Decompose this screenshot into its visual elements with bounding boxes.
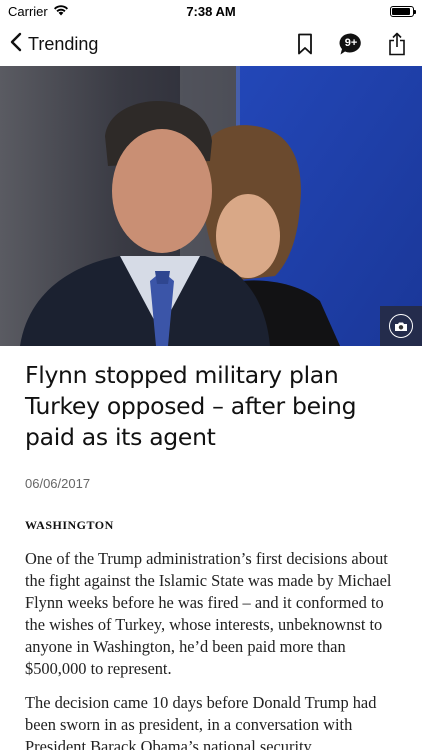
back-label: Trending — [28, 33, 99, 54]
status-left: Carrier — [8, 4, 69, 19]
article-paragraph: One of the Trump administration’s first … — [25, 549, 392, 678]
hero-photo-illustration — [0, 66, 422, 346]
share-icon — [389, 32, 405, 56]
carrier-label: Carrier — [8, 3, 48, 19]
nav-actions: 9+ — [292, 31, 410, 57]
comments-count: 9+ — [344, 37, 358, 49]
article-headline: Flynn stopped military plan Turkey oppos… — [25, 361, 357, 451]
comments-button[interactable]: 9+ — [338, 31, 364, 57]
chevron-left-icon — [10, 32, 22, 57]
photo-gallery-button[interactable] — [380, 306, 422, 346]
article: Flynn stopped military plan Turkey oppos… — [25, 360, 401, 750]
battery-level — [392, 7, 410, 15]
bookmark-button[interactable] — [292, 31, 318, 57]
status-bar: Carrier 7:38 AM — [0, 0, 422, 22]
hero-photo[interactable] — [0, 66, 422, 346]
wifi-icon — [53, 4, 69, 19]
bookmark-icon — [298, 33, 312, 55]
article-date: 06/06/2017 — [25, 476, 91, 491]
battery-icon — [390, 5, 416, 17]
article-dateline: WASHINGTON — [25, 518, 114, 532]
comment-bubble-icon: 9+ — [338, 32, 364, 56]
back-button[interactable]: Trending — [10, 32, 98, 57]
camera-icon — [389, 314, 413, 338]
share-button[interactable] — [384, 31, 410, 57]
article-paragraph: The decision came 10 days before Donald … — [25, 693, 377, 750]
nav-bar: Trending 9+ — [0, 22, 422, 66]
